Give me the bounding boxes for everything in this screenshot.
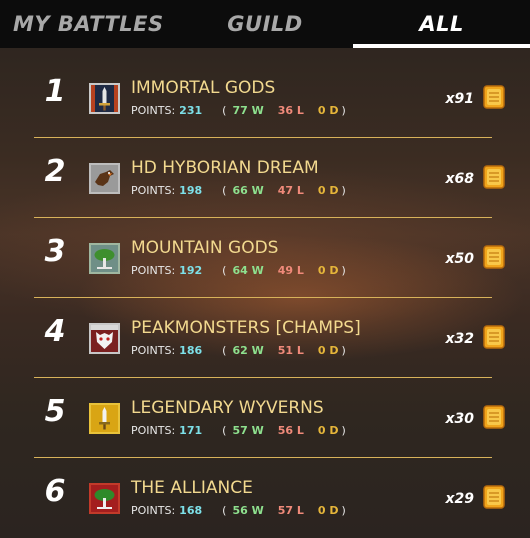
- guild-stats: POINTS: 171 (57 W 56 L 0 D): [131, 424, 346, 437]
- reward-chest-icon[interactable]: [483, 244, 505, 270]
- points-label: POINTS:: [131, 504, 176, 517]
- guild-name: LEGENDARY WYVERNS: [131, 398, 324, 418]
- tab-guild[interactable]: GUILD: [177, 0, 354, 48]
- points-label: POINTS:: [131, 264, 176, 277]
- reward-chest-icon[interactable]: [483, 484, 505, 510]
- open-paren: (: [222, 264, 227, 277]
- close-paren: ): [341, 424, 346, 437]
- guild-name: IMMORTAL GODS: [131, 78, 276, 98]
- points-value: 186: [179, 344, 203, 357]
- open-paren: (: [222, 184, 227, 197]
- wins-count: 64 W: [232, 264, 264, 277]
- tab-all[interactable]: ALL: [353, 0, 530, 48]
- tree-banner-icon: [89, 243, 120, 274]
- reward-multiplier: x32: [445, 331, 474, 347]
- guild-stats: POINTS: 198 (66 W 47 L 0 D): [131, 184, 346, 197]
- open-paren: (: [222, 424, 227, 437]
- guild-name: HD HYBORIAN DREAM: [131, 158, 319, 178]
- reward-chest-icon[interactable]: [483, 404, 505, 430]
- close-paren: ): [341, 264, 346, 277]
- losses-count: 51 L: [277, 344, 304, 357]
- points-value: 168: [179, 504, 203, 517]
- leaderboard-row[interactable]: 2 HD HYBORIAN DREAM POINTS: 198 (66 W 47 L 0…: [0, 138, 530, 218]
- tab-my-battles[interactable]: MY BATTLES: [0, 0, 177, 48]
- guild-stats: POINTS: 186 (62 W 51 L 0 D): [131, 344, 346, 357]
- wins-count: 57 W: [232, 424, 264, 437]
- losses-count: 47 L: [277, 184, 304, 197]
- rank-number: 1: [44, 74, 66, 109]
- rank-number: 5: [44, 394, 66, 429]
- wins-count: 77 W: [232, 104, 264, 117]
- reward-multiplier: x30: [445, 411, 474, 427]
- reward-multiplier: x91: [445, 91, 474, 107]
- losses-count: 49 L: [277, 264, 304, 277]
- guild-name: THE ALLIANCE: [131, 478, 253, 498]
- points-value: 192: [179, 264, 203, 277]
- close-paren: ): [341, 344, 346, 357]
- monster-banner-icon: [89, 323, 120, 354]
- guild-name: MOUNTAIN GODS: [131, 238, 279, 258]
- close-paren: ): [341, 504, 346, 517]
- losses-count: 36 L: [277, 104, 304, 117]
- close-paren: ): [341, 104, 346, 117]
- sword-banner-icon: [89, 403, 120, 434]
- points-label: POINTS:: [131, 424, 176, 437]
- losses-count: 57 L: [277, 504, 304, 517]
- reward-chest-icon[interactable]: [483, 84, 505, 110]
- guild-stats: POINTS: 231 (77 W 36 L 0 D): [131, 104, 346, 117]
- leaderboard-row[interactable]: 3 MOUNTAIN GODS POINTS: 192(64 W 49 L0 D) …: [0, 218, 530, 298]
- reward-chest-icon[interactable]: [483, 324, 505, 350]
- points-value: 198: [179, 184, 203, 197]
- draws-count: 0 D: [317, 504, 339, 517]
- reward-multiplier: x68: [445, 171, 474, 187]
- open-paren: (: [222, 504, 227, 517]
- leaderboard-row[interactable]: 4 PEAKMONSTERS [CHAMPS] POINTS: 186 (62 W 5…: [0, 298, 530, 378]
- leaderboard-row[interactable]: 5 LEGENDARY WYVERNS POINTS: 171 (57 W 56 L 0…: [0, 378, 530, 458]
- wins-count: 66 W: [232, 184, 264, 197]
- leaderboard-row[interactable]: 6 THE ALLIANCE POINTS: 168 (56 W 57 L 0 D) x…: [0, 458, 530, 538]
- reward-multiplier: x50: [445, 251, 474, 267]
- draws-count: 0 D: [317, 184, 339, 197]
- points-label: POINTS:: [131, 184, 176, 197]
- beast-banner-icon: [89, 163, 120, 194]
- draws-count: 0 D: [317, 344, 339, 357]
- losses-count: 56 L: [277, 424, 304, 437]
- open-paren: (: [222, 344, 227, 357]
- draws-count: 0 D: [317, 264, 339, 277]
- draws-count: 0 D: [317, 424, 339, 437]
- guild-stats: POINTS: 168 (56 W 57 L 0 D): [131, 504, 346, 517]
- guild-name: PEAKMONSTERS [CHAMPS]: [131, 318, 361, 338]
- rank-number: 3: [44, 234, 66, 269]
- wins-count: 56 W: [232, 504, 264, 517]
- points-label: POINTS:: [131, 344, 176, 357]
- sword-banner-icon: [89, 83, 120, 114]
- leaderboard-row[interactable]: 1 IMMORTAL GODS POINTS: 231(77 W 36 L0 D) …: [0, 58, 530, 138]
- open-paren: (: [222, 104, 227, 117]
- tab-bar: MY BATTLES GUILD ALL: [0, 0, 530, 48]
- leaderboard-list: 1 IMMORTAL GODS POINTS: 231(77 W 36 L0 D) …: [0, 58, 530, 538]
- draws-count: 0 D: [317, 104, 339, 117]
- points-value: 171: [179, 424, 203, 437]
- rank-number: 6: [44, 474, 66, 509]
- tree-banner-icon: [89, 483, 120, 514]
- rank-number: 4: [44, 314, 66, 349]
- rank-number: 2: [44, 154, 66, 189]
- reward-multiplier: x29: [445, 491, 474, 507]
- guild-stats: POINTS: 192 (64 W 49 L 0 D): [131, 264, 346, 277]
- reward-chest-icon[interactable]: [483, 164, 505, 190]
- points-value: 231: [179, 104, 203, 117]
- points-label: POINTS:: [131, 104, 176, 117]
- close-paren: ): [341, 184, 346, 197]
- wins-count: 62 W: [232, 344, 264, 357]
